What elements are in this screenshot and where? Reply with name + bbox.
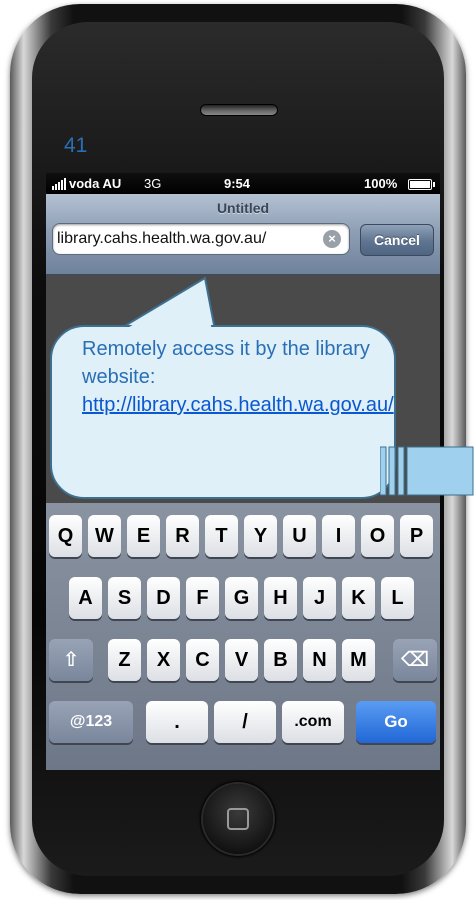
key-r[interactable]: R [166, 515, 199, 557]
clear-text-icon[interactable]: × [323, 230, 341, 248]
key-w[interactable]: W [88, 515, 121, 557]
key-b[interactable]: B [264, 639, 297, 681]
go-button[interactable]: Go [356, 701, 436, 743]
status-bar: voda AU 3G 9:54 100% [46, 173, 440, 194]
key-h[interactable]: H [264, 577, 297, 619]
key-n[interactable]: N [303, 639, 336, 681]
key-y[interactable]: Y [244, 515, 277, 557]
key-m[interactable]: M [342, 639, 375, 681]
key-f[interactable]: F [186, 577, 219, 619]
library-website-link[interactable]: http://library.cahs.health.wa.gov.au/ [82, 394, 394, 416]
key-p[interactable]: P [400, 515, 433, 557]
callout-line: Remotely access it by the library websit… [82, 338, 370, 388]
browser-address-bar: Untitled library.cahs.health.wa.gov.au/ … [46, 194, 440, 275]
period-key[interactable]: . [146, 701, 208, 743]
home-square-icon [227, 808, 249, 830]
key-e[interactable]: E [127, 515, 160, 557]
key-c[interactable]: C [186, 639, 219, 681]
key-l[interactable]: L [381, 577, 414, 619]
key-j[interactable]: J [303, 577, 336, 619]
url-input[interactable]: library.cahs.health.wa.gov.au/ × [52, 223, 350, 255]
status-time: 9:54 [224, 176, 251, 191]
key-q[interactable]: Q [49, 515, 82, 557]
dotcom-key[interactable]: .com [282, 701, 344, 743]
shift-key-icon[interactable]: ⇧ [49, 639, 93, 681]
carrier-name: voda AU [69, 176, 122, 191]
signal-strength-icon [52, 178, 66, 190]
connector-graphic [380, 446, 474, 496]
key-o[interactable]: O [361, 515, 394, 557]
network-type: 3G [144, 176, 162, 191]
key-u[interactable]: U [283, 515, 316, 557]
earpiece-speaker [200, 104, 278, 116]
home-button[interactable] [203, 784, 273, 854]
key-k[interactable]: K [342, 577, 375, 619]
callout-text: Remotely access it by the library websit… [82, 335, 394, 419]
page-number: 41 [64, 134, 88, 157]
key-d[interactable]: D [147, 577, 180, 619]
key-a[interactable]: A [69, 577, 102, 619]
key-z[interactable]: Z [108, 639, 141, 681]
onscreen-keyboard: Q W E R T Y U I O P A S D F G H J K L ⇧ … [46, 503, 440, 770]
callout-box: Remotely access it by the library websit… [50, 325, 396, 499]
url-text: library.cahs.health.wa.gov.au/ [57, 230, 267, 247]
key-g[interactable]: G [225, 577, 258, 619]
numbers-key[interactable]: @123 [49, 701, 133, 743]
battery-icon [408, 179, 435, 190]
key-s[interactable]: S [108, 577, 141, 619]
delete-key-icon[interactable]: ⌫ [393, 639, 437, 681]
slash-key[interactable]: / [214, 701, 276, 743]
key-v[interactable]: V [225, 639, 258, 681]
page-title: Untitled [216, 200, 270, 216]
key-i[interactable]: I [322, 515, 355, 557]
key-x[interactable]: X [147, 639, 180, 681]
cancel-button[interactable]: Cancel [360, 224, 434, 256]
key-t[interactable]: T [205, 515, 238, 557]
battery-percent: 100% [364, 176, 398, 191]
